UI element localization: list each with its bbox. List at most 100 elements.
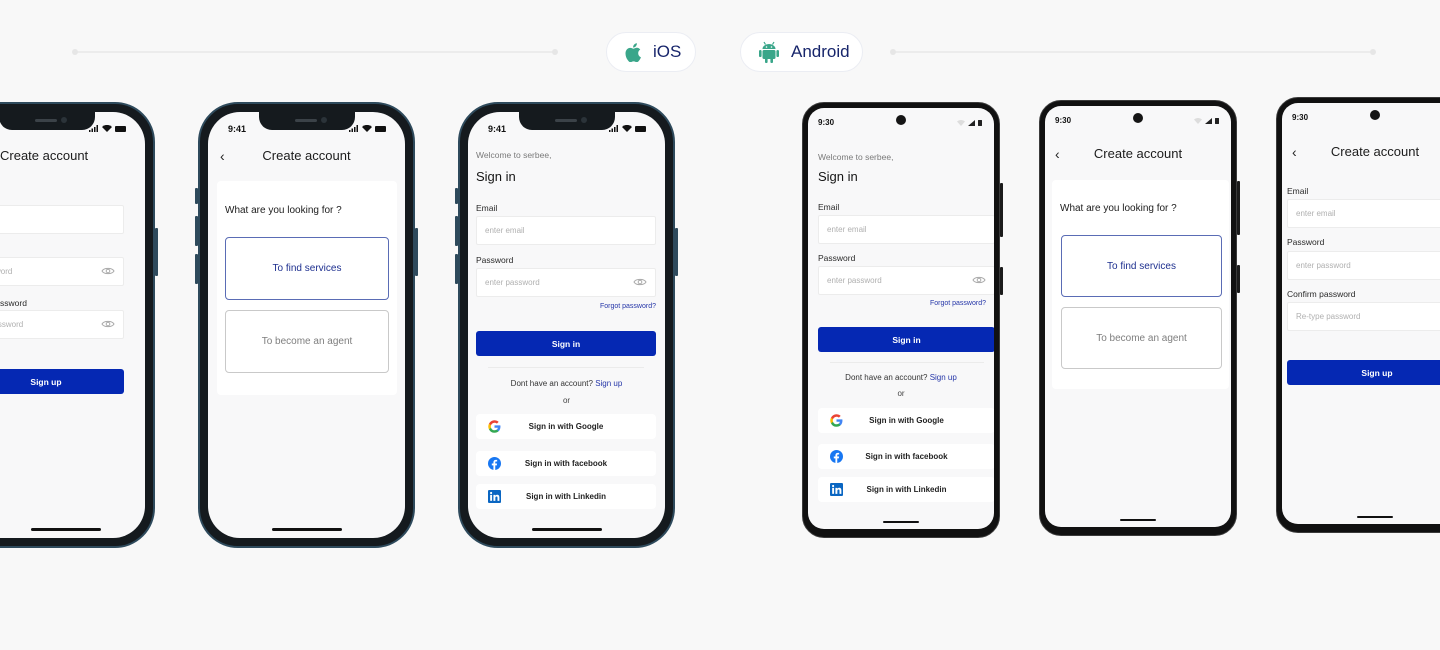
confirm-password-input[interactable]: Re-type password xyxy=(1287,302,1440,331)
tab-ios[interactable]: iOS xyxy=(606,32,696,72)
password-placeholder: ssword xyxy=(0,267,13,276)
android-choose-screen: 9:30 ‹ Create account What are you looki… xyxy=(1045,106,1231,527)
option-find-services[interactable]: To find services xyxy=(225,237,389,300)
no-account-text: Dont have an account? xyxy=(845,373,928,382)
ios-choose-phone: 9:41 ‹ Create account What are you looki… xyxy=(195,102,418,548)
linkedin-signin-button[interactable]: Sign in with Linkedin xyxy=(476,484,656,509)
eye-icon[interactable] xyxy=(101,266,115,278)
password-input[interactable]: ssword xyxy=(0,257,124,286)
welcome-text: Welcome to serbee, xyxy=(818,152,894,162)
question-text: What are you looking for ? xyxy=(1060,203,1177,214)
notch xyxy=(258,112,355,130)
forgot-password-link[interactable]: Forgot password? xyxy=(930,300,986,307)
android-signup-phone: 9:30 ‹ Create account Email enter email … xyxy=(1276,97,1440,533)
back-chevron-icon[interactable]: ‹ xyxy=(1055,146,1060,162)
email-input[interactable]: enter email xyxy=(476,216,656,245)
home-indicator xyxy=(531,528,602,531)
header: ‹ Create account xyxy=(1045,146,1231,162)
sign-in-button[interactable]: Sign in xyxy=(476,331,656,356)
header: ‹ Create account xyxy=(208,148,405,164)
status-icons xyxy=(349,125,387,132)
sign-up-button[interactable]: Sign up xyxy=(1287,360,1440,385)
google-signin-button[interactable]: Sign in with Google xyxy=(476,414,656,439)
google-signin-label: Sign in with Google xyxy=(528,422,604,431)
status-time: 9:41 xyxy=(488,124,507,134)
question-text: What are you looking for ? xyxy=(225,205,342,216)
page-title: Sign in xyxy=(476,169,516,184)
back-chevron-icon[interactable]: ‹ xyxy=(220,148,225,164)
divider xyxy=(488,367,644,368)
eye-icon[interactable] xyxy=(633,277,647,289)
email-placeholder: enter email xyxy=(485,226,525,235)
confirm-password-label: ssword xyxy=(0,298,27,308)
google-icon xyxy=(488,420,501,433)
camera-punch-hole xyxy=(896,115,906,125)
linkedin-signin-label: Sign in with Linkedin xyxy=(526,492,606,501)
status-time: 9:30 xyxy=(818,118,835,127)
tab-android[interactable]: Android xyxy=(740,32,863,72)
home-indicator xyxy=(883,521,919,523)
email-placeholder: enter email xyxy=(827,225,867,234)
option-become-agent[interactable]: To become an agent xyxy=(225,310,389,373)
email-label: Email xyxy=(1287,186,1309,196)
confirm-password-label: Confirm password xyxy=(1287,289,1356,299)
confirm-placeholder: password xyxy=(0,320,24,329)
ios-signin-phone: 9:41 Welcome to serbee, Sign in Email en… xyxy=(455,102,678,548)
home-indicator xyxy=(1357,516,1393,518)
divider-line-right xyxy=(890,49,1376,55)
status-icons xyxy=(89,125,127,132)
tab-ios-label: iOS xyxy=(653,42,682,61)
status-time: 9:30 xyxy=(1292,113,1309,122)
google-signin-button[interactable]: Sign in with Google xyxy=(818,408,994,433)
forgot-password-link[interactable]: Forgot password? xyxy=(600,303,656,310)
ios-signin-screen: 9:41 Welcome to serbee, Sign in Email en… xyxy=(468,112,665,538)
facebook-signin-label: Sign in with facebook xyxy=(524,459,608,468)
or-separator: or xyxy=(562,396,571,405)
status-time: 9:41 xyxy=(228,124,247,134)
choice-card: What are you looking for ? To find servi… xyxy=(217,181,397,395)
page-title: Create account xyxy=(1093,146,1183,161)
confirm-password-input[interactable]: password xyxy=(0,310,124,339)
header: ‹ Create account xyxy=(1282,144,1440,160)
signup-prompt: Dont have an account? Sign up xyxy=(468,379,665,388)
android-signin-phone: 9:30 Welcome to serbee, Sign in Email en… xyxy=(802,102,1003,538)
apple-icon xyxy=(625,42,641,62)
sign-up-link[interactable]: Sign up xyxy=(930,373,957,382)
eye-icon[interactable] xyxy=(101,319,115,331)
camera-punch-hole xyxy=(1133,113,1143,123)
facebook-signin-label: Sign in with facebook xyxy=(865,452,948,461)
choice-card: What are you looking for ? To find servi… xyxy=(1052,180,1229,389)
page-title: Create account xyxy=(262,148,351,163)
facebook-icon xyxy=(830,450,843,463)
page-title: Create account xyxy=(1330,144,1420,159)
password-input[interactable]: enter password xyxy=(1287,251,1440,280)
tab-android-label: Android xyxy=(791,42,850,61)
back-chevron-icon[interactable]: ‹ xyxy=(1292,144,1297,160)
password-input[interactable]: enter password xyxy=(818,266,994,295)
password-input[interactable]: enter password xyxy=(476,268,656,297)
option-become-agent[interactable]: To become an agent xyxy=(1061,307,1222,369)
sign-up-link[interactable]: Sign up xyxy=(595,379,622,388)
sign-in-button[interactable]: Sign in xyxy=(818,327,994,352)
notch xyxy=(518,112,615,130)
page-title: Create account xyxy=(0,148,89,163)
facebook-signin-button[interactable]: Sign in with facebook xyxy=(476,451,656,476)
email-input[interactable]: ail xyxy=(0,205,124,234)
email-input[interactable]: enter email xyxy=(818,215,994,244)
facebook-signin-button[interactable]: Sign in with facebook xyxy=(818,444,994,469)
linkedin-icon xyxy=(488,490,501,503)
ios-signup-screen: Create account ail ssword ssword passwor… xyxy=(0,112,145,538)
eye-icon[interactable] xyxy=(972,275,986,287)
welcome-text: Welcome to serbee, xyxy=(476,150,552,160)
email-input[interactable]: enter email xyxy=(1287,199,1440,228)
or-separator: or xyxy=(897,389,905,398)
status-icons xyxy=(1194,117,1219,124)
camera-punch-hole xyxy=(1370,110,1380,120)
home-indicator xyxy=(1120,519,1156,521)
linkedin-signin-button[interactable]: Sign in with Linkedin xyxy=(818,477,994,502)
android-signup-screen: 9:30 ‹ Create account Email enter email … xyxy=(1282,103,1440,524)
page-title: Sign in xyxy=(818,169,858,184)
sign-up-button[interactable]: Sign up xyxy=(0,369,124,394)
option-find-services[interactable]: To find services xyxy=(1061,235,1222,297)
home-indicator xyxy=(31,528,101,531)
